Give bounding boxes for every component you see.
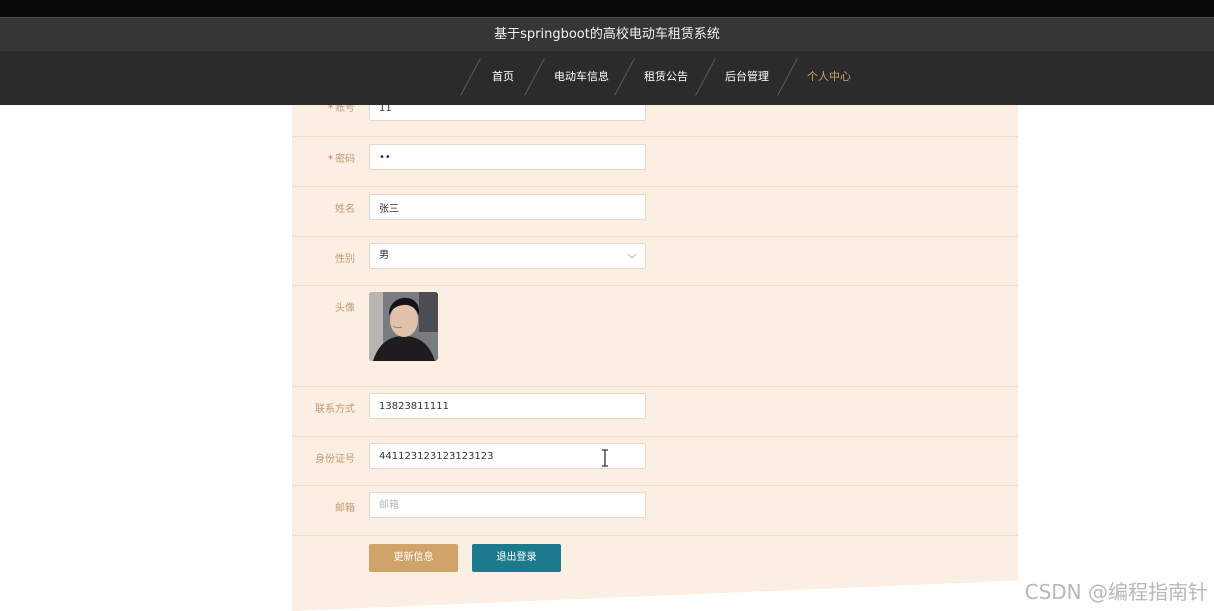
site-title: 基于springboot的高校电动车租赁系统 xyxy=(0,17,1214,51)
site-header: 基于springboot的高校电动车租赁系统 首页 电动车信息 租赁公告 后台管… xyxy=(0,17,1214,105)
form-row-avatar: 头像 xyxy=(292,285,1018,387)
nav-separator xyxy=(614,58,635,96)
form-row-password: * 密码 xyxy=(292,136,1018,187)
form-row-gender: 性别 男 xyxy=(292,236,1018,286)
nav-item-admin[interactable]: 后台管理 xyxy=(725,62,769,92)
form-row-account: * 账号 xyxy=(292,105,1018,137)
form-row-id-card: 身份证号 xyxy=(292,436,1018,486)
form-row-phone: 联系方式 xyxy=(292,386,1018,437)
gender-select-value: 男 xyxy=(379,250,389,261)
id-card-label: 身份证号 xyxy=(315,454,355,465)
profile-form: *账号 *密码 姓名 性别 男 头像 联 xyxy=(292,105,1018,611)
avatar-label: 头像 xyxy=(335,303,355,314)
form-actions: 更新信息 退出登录 xyxy=(292,535,1018,595)
chevron-down-icon xyxy=(627,253,637,259)
gender-select[interactable]: 男 xyxy=(369,243,646,269)
password-input[interactable] xyxy=(369,144,646,170)
phone-label: 联系方式 xyxy=(315,404,355,415)
gender-label: 性别 xyxy=(335,254,355,265)
password-label: * 密码 xyxy=(328,154,355,165)
watermark: CSDN @编程指南针 xyxy=(1024,580,1208,604)
nav-item-notices[interactable]: 租赁公告 xyxy=(644,62,688,92)
form-row-email: 邮箱 xyxy=(292,485,1018,536)
nav-separator xyxy=(777,58,798,96)
nav-item-home[interactable]: 首页 xyxy=(492,62,514,92)
name-label: 姓名 xyxy=(335,204,355,215)
text-cursor-icon xyxy=(602,449,608,467)
window-top-bar xyxy=(0,0,1214,17)
main-nav: 首页 电动车信息 租赁公告 后台管理 个人中心 xyxy=(0,58,1214,96)
form-row-name: 姓名 xyxy=(292,186,1018,237)
email-label: 邮箱 xyxy=(335,503,355,514)
avatar[interactable] xyxy=(369,292,438,361)
email-input[interactable] xyxy=(369,492,646,518)
nav-separator xyxy=(695,58,716,96)
avatar-image xyxy=(369,292,438,361)
phone-input[interactable] xyxy=(369,393,646,419)
nav-item-ebikes[interactable]: 电动车信息 xyxy=(554,62,609,92)
logout-button[interactable]: 退出登录 xyxy=(472,544,561,572)
nav-item-profile[interactable]: 个人中心 xyxy=(807,62,851,92)
update-info-button[interactable]: 更新信息 xyxy=(369,544,458,572)
name-input[interactable] xyxy=(369,194,646,220)
nav-separator xyxy=(524,58,545,96)
nav-separator xyxy=(460,58,481,96)
